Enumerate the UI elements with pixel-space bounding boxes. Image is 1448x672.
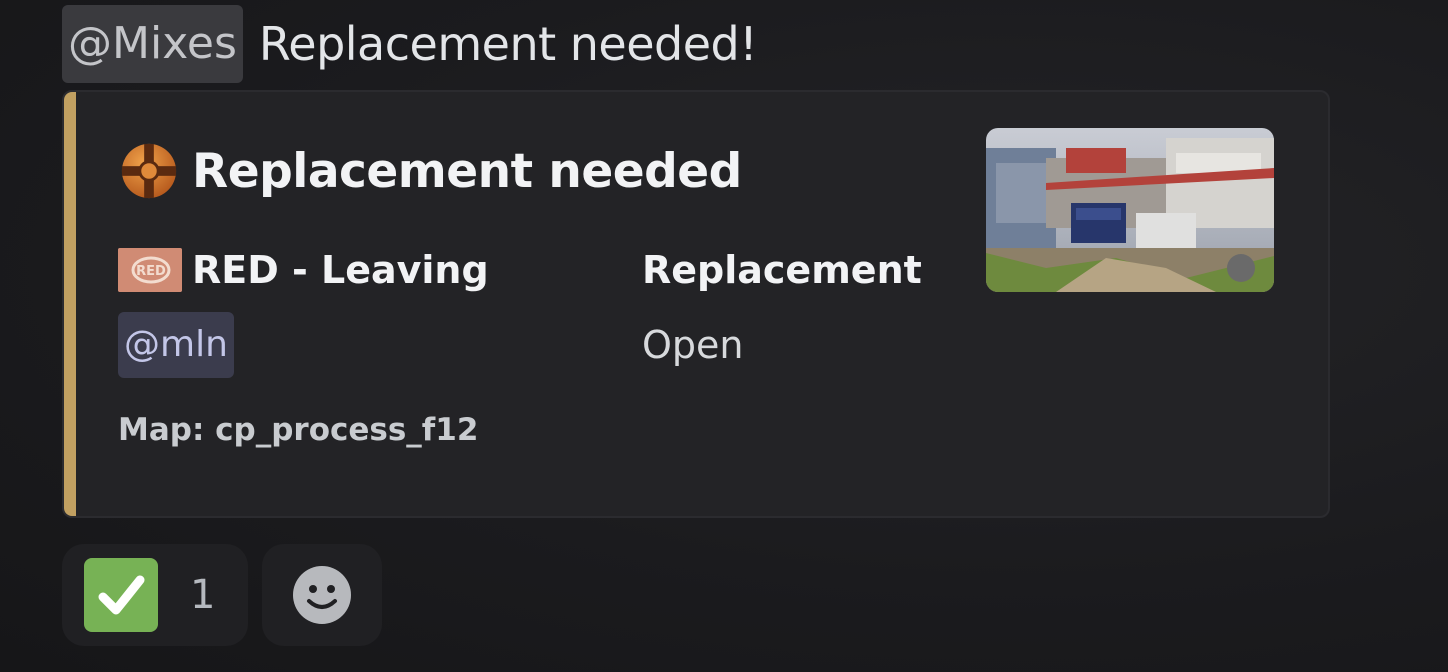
add-reaction-button[interactable]: [262, 544, 382, 646]
role-mention[interactable]: @Mixes: [62, 5, 243, 83]
user-mention[interactable]: @mln: [118, 312, 234, 378]
reaction-count: 1: [190, 572, 216, 618]
embed-accent-bar: [64, 92, 76, 516]
field-name-text: RED - Leaving: [192, 248, 489, 292]
field-name: Replacement: [642, 248, 922, 292]
message-text: Replacement needed!: [258, 17, 758, 71]
field-value: @mln: [118, 312, 489, 378]
tf2-logo-icon: [121, 143, 177, 199]
svg-text:RED: RED: [136, 264, 166, 279]
reaction-check[interactable]: 1: [62, 544, 248, 646]
add-reaction-icon: [293, 566, 351, 624]
message-content: @Mixes Replacement needed!: [62, 4, 1362, 84]
embed-title-text: Replacement needed: [192, 143, 742, 199]
white-check-mark-icon: [84, 558, 158, 632]
red-team-icon: RED: [118, 248, 182, 292]
field-red-leaving: RED RED - Leaving @mln: [118, 242, 489, 378]
chat-message: @Mixes Replacement needed! Replacement n…: [62, 4, 1362, 646]
map-thumbnail[interactable]: [986, 128, 1274, 292]
embed-card: Replacement needed RED RED - Leaving @ml…: [62, 90, 1330, 518]
field-replacement: Replacement Open: [642, 242, 922, 378]
embed-footer: Map: cp_process_f12: [118, 412, 479, 448]
reactions-bar: 1: [62, 544, 382, 646]
field-name: RED RED - Leaving: [118, 242, 489, 298]
embed-title: Replacement needed: [120, 142, 742, 200]
field-value: Open: [642, 323, 744, 367]
